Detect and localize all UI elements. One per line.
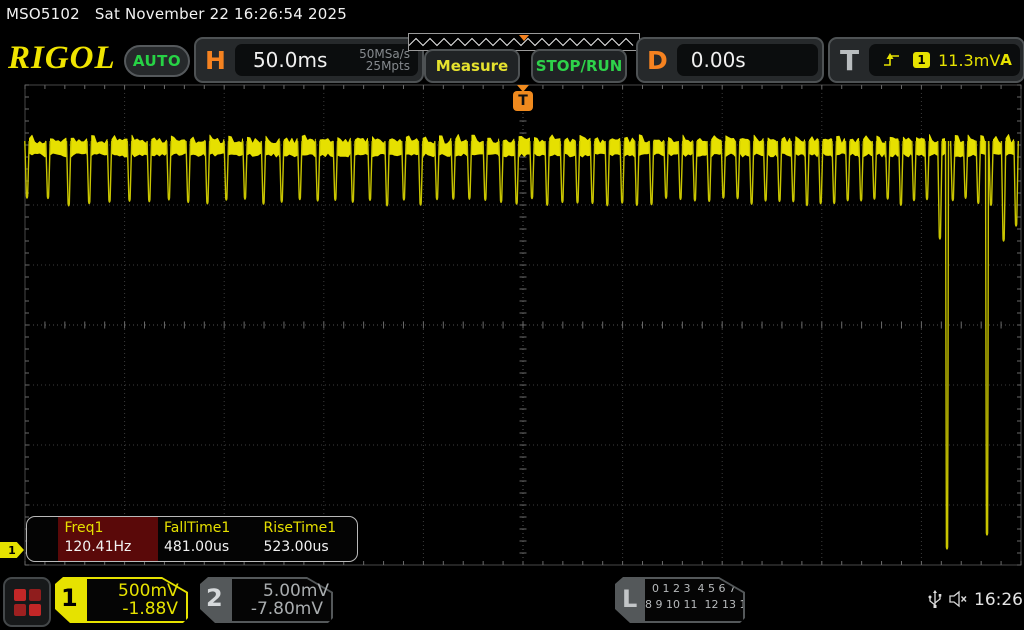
quick-menu-button[interactable] [3, 577, 51, 627]
measurement-results-panel: Freq1 120.41Hz FallTime1 481.00us RiseTi… [26, 516, 358, 562]
measurement-item-falltime1[interactable]: FallTime1 481.00us [158, 517, 258, 561]
trigger-label: T [830, 44, 869, 77]
measurement-name: FallTime1 [164, 520, 258, 536]
usb-icon [928, 589, 942, 609]
delay-settings-block[interactable]: D 0.00s [636, 37, 824, 83]
rigol-logo: RIGOL [8, 40, 116, 77]
channel2-status-block[interactable]: 2 5.00mV -7.80mV [200, 577, 333, 623]
channel2-scale: 5.00mV [242, 581, 329, 601]
trigger-status-indicator[interactable]: AUTO [124, 45, 190, 77]
stop-run-button[interactable]: STOP/RUN [531, 49, 627, 83]
trigger-sweep-mode: A [1000, 51, 1012, 69]
horizontal-label: H [196, 46, 235, 75]
channel1-scale: 500mV [97, 581, 179, 601]
channel1-scale-value: 500mV [118, 581, 179, 601]
logic-label: L [622, 585, 637, 613]
channel2-scale-value: 5.00mV [263, 581, 329, 601]
clock: 16:26 [974, 590, 1023, 610]
delay-label: D [638, 46, 677, 75]
channel1-status-block[interactable]: 1 500mV -1.88V [55, 577, 188, 623]
measurement-value: 523.00us [263, 539, 357, 555]
title-bar: MSO5102 Sat November 22 16:26:54 2025 [6, 5, 357, 23]
red-square-icon [29, 604, 41, 616]
trigger-position-marker[interactable]: T [513, 85, 533, 113]
measurement-item-freq1[interactable]: Freq1 120.41Hz [58, 517, 158, 561]
trigger-status-label: AUTO [133, 52, 181, 70]
trigger-level-value: 11.3mV [938, 51, 1000, 70]
measurement-name: Freq1 [64, 520, 158, 536]
red-square-icon [14, 604, 26, 616]
logic-channels-block[interactable]: 0 1 2 3 4 5 6 7 8 9 10 11 12 13 14 15 L [615, 577, 745, 623]
channel1-offset: -1.88V [122, 599, 178, 619]
timebase-value: 50.0ms [253, 48, 327, 72]
stop-run-button-label: STOP/RUN [536, 57, 623, 75]
trigger-position-shield-icon: T [513, 91, 533, 111]
measurement-item-risetime1[interactable]: RiseTime1 523.00us [257, 517, 357, 561]
oscilloscope-screen: MSO5102 Sat November 22 16:26:54 2025 RI… [0, 0, 1024, 630]
channel2-offset: -7.80mV [251, 599, 323, 619]
measurement-value: 481.00us [164, 539, 258, 555]
horizontal-settings-block[interactable]: H 50.0ms 50MSa/s 25Mpts [194, 37, 424, 83]
memory-depth: 25Mpts [366, 59, 410, 73]
datetime: Sat November 22 16:26:54 2025 [95, 5, 347, 23]
rising-edge-icon [883, 52, 901, 68]
delay-value: 0.00s [691, 48, 746, 72]
measure-button-label: Measure [436, 57, 508, 75]
trigger-source-badge: 1 [913, 52, 930, 68]
channel2-number: 2 [206, 584, 223, 612]
channel1-number: 1 [61, 584, 78, 612]
measurement-spacer [27, 517, 58, 561]
speaker-muted-icon[interactable] [948, 590, 968, 608]
measurement-value: 120.41Hz [64, 539, 158, 555]
measure-button[interactable]: Measure [424, 49, 520, 83]
measurement-name: RiseTime1 [263, 520, 357, 536]
logic-values: 0 1 2 3 4 5 6 7 8 9 10 11 12 13 14 15 [645, 579, 743, 621]
sample-rate-memory: 50MSa/s 25Mpts [359, 48, 410, 72]
red-square-icon [14, 589, 26, 601]
model-name: MSO5102 [6, 5, 80, 23]
red-square-icon [29, 589, 41, 601]
logic-row2: 8 9 10 11 12 13 14 15 [645, 598, 743, 611]
trigger-settings-block[interactable]: T 1 11.3mV A [828, 37, 1024, 83]
